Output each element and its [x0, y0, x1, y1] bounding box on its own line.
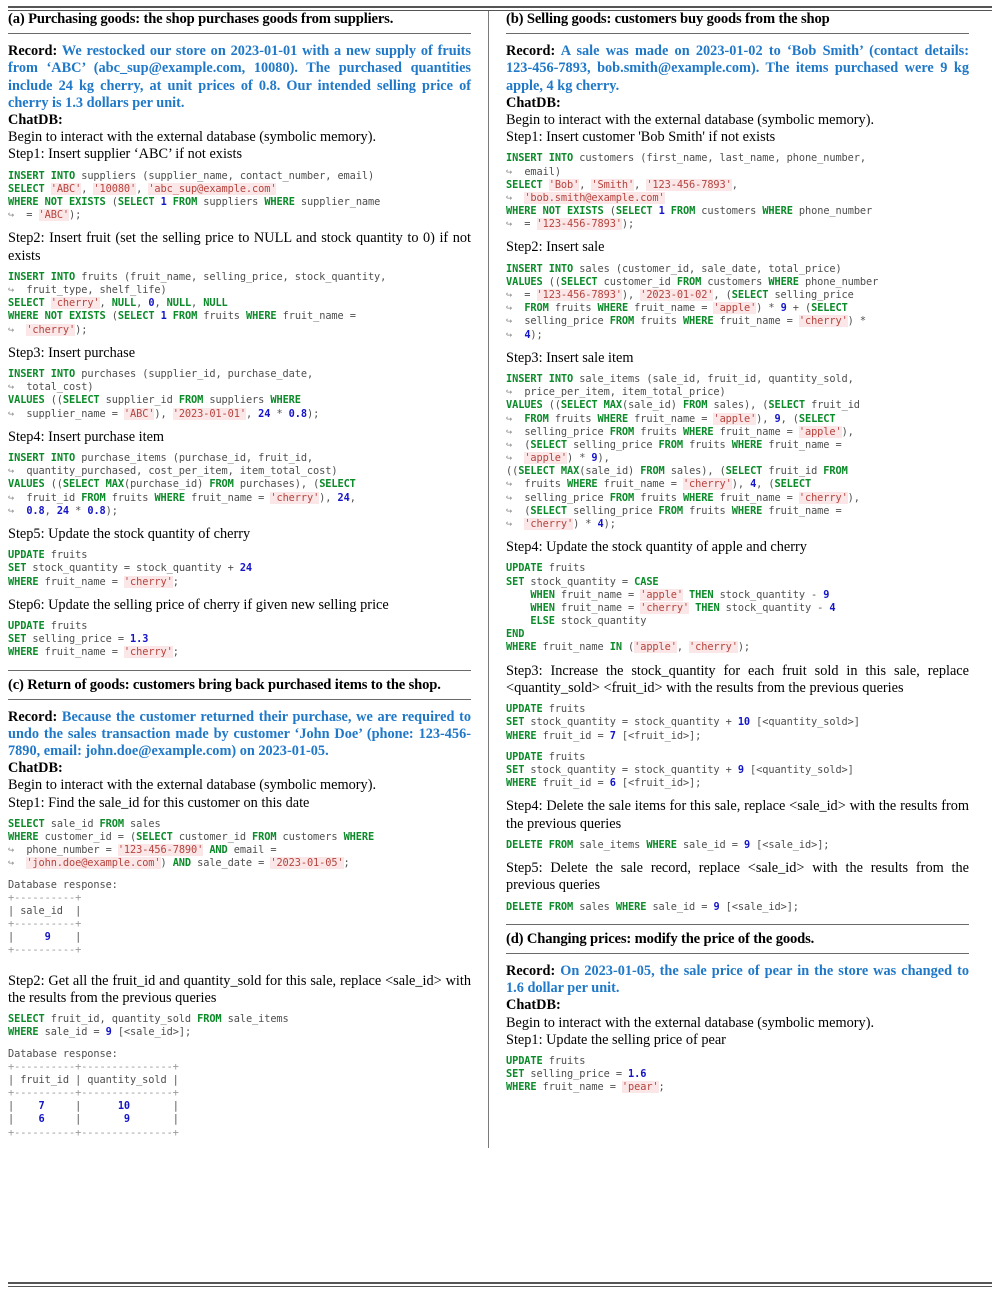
figure-columns: (a) Purchasing goods: the shop purchases… — [8, 11, 992, 1148]
panel-d-intro: Begin to interact with the external data… — [506, 1014, 875, 1031]
panel-d-title: (d) Changing prices: modify the price of… — [506, 930, 815, 947]
panel-c-record: Record: Because the customer returned th… — [8, 709, 471, 760]
panel-c-step-2: Step2: Get all the fruit_id and quantity… — [8, 972, 471, 1006]
panel-c-code-4: DELETE FROM sale_items WHERE sale_id = 9… — [506, 838, 830, 851]
record-text: On 2023-01-05, the sale price of pear in… — [506, 963, 969, 997]
figure-bottom-rule — [8, 1282, 992, 1287]
panel-a-code-6: UPDATE fruits SET selling_price = 1.3 WH… — [8, 619, 179, 659]
record-text: We restocked our store on 2023-01-01 wit… — [8, 43, 471, 111]
panel-d-record: Record: On 2023-01-05, the sale price of… — [506, 963, 969, 997]
panel-c-code-3a: UPDATE fruits SET stock_quantity = stock… — [506, 703, 860, 742]
panel-c: (c) Return of goods: customers bring bac… — [8, 669, 471, 1140]
panel-a-title: (a) Purchasing goods: the shop purchases… — [8, 11, 394, 27]
panel-b-code-3: INSERT INTO sale_items (sale_id, fruit_i… — [506, 373, 860, 530]
panel-a-intro: Begin to interact with the external data… — [8, 129, 377, 145]
panel-c-code-2: SELECT fruit_id, quantity_sold FROM sale… — [8, 1013, 289, 1039]
panel-a-chatdb-label: ChatDB: — [8, 111, 63, 128]
panel-a-code-5: UPDATE fruits SET stock_quantity = stock… — [8, 549, 253, 588]
panel-a-code-3: INSERT INTO purchases (supplier_id, purc… — [8, 368, 320, 420]
record-label: Record: — [8, 43, 58, 60]
column-divider — [488, 11, 489, 1148]
panel-d-top-rule — [506, 923, 969, 925]
panel-a-step-2: Step2: Insert fruit (set the selling pri… — [8, 230, 471, 264]
panel-c-code-5: DELETE FROM sales WHERE sale_id = 9 [<sa… — [506, 900, 799, 913]
panel-a-step-1: Step1: Insert supplier ‘ABC’ if not exis… — [8, 146, 243, 163]
right-column: (b) Selling goods: customers buy goods f… — [492, 11, 969, 1148]
panel-d-step-1: Step1: Update the selling price of pear — [506, 1031, 726, 1048]
panel-a-code-2: INSERT INTO fruits (fruit_name, selling_… — [8, 270, 387, 336]
panel-d-code-1: UPDATE fruits SET selling_price = 1.6 WH… — [506, 1055, 665, 1094]
panel-a-title-rule — [8, 33, 471, 35]
panel-b-code-2: INSERT INTO sales (customer_id, sale_dat… — [506, 262, 879, 341]
panel-b-step-1: Step1: Insert customer 'Bob Smith' if no… — [506, 129, 776, 146]
panel-b-record: Record: A sale was made on 2023-01-02 to… — [506, 43, 969, 94]
panel-b-intro: Begin to interact with the external data… — [506, 111, 875, 128]
panel-b-step-4: Step4: Update the stock quantity of appl… — [506, 539, 807, 556]
panel-a-record: Record: We restocked our store on 2023-0… — [8, 43, 471, 112]
panel-c-db-response-2: Database response: +----------+---------… — [8, 1047, 179, 1139]
panel-a-code-1: INSERT INTO suppliers (supplier_name, co… — [8, 169, 381, 222]
panel-a-step-3: Step3: Insert purchase — [8, 344, 136, 361]
panel-c-step-3: Step3: Increase the stock_quantity for e… — [506, 662, 969, 696]
panel-b-step-3: Step3: Insert sale item — [506, 349, 634, 366]
record-label: Record: — [8, 708, 58, 725]
panel-c-step-5: Step5: Delete the sale record, replace <… — [506, 860, 969, 894]
panel-c-code-1: SELECT sale_id FROM sales WHERE customer… — [8, 817, 375, 870]
record-label: Record: — [506, 43, 556, 60]
panel-c-title: (c) Return of goods: customers bring bac… — [8, 676, 441, 693]
panel-b-code-4: UPDATE fruits SET stock_quantity = CASE … — [506, 562, 836, 654]
panel-b-title: (b) Selling goods: customers buy goods f… — [506, 11, 830, 27]
panel-d-title-rule — [506, 953, 969, 955]
panel-b-title-rule — [506, 33, 969, 35]
panel-c-step-4: Step4: Delete the sale items for this sa… — [506, 798, 969, 832]
panel-c-top-rule — [8, 669, 471, 671]
panel-c-db-response-1: Database response: +----------+ | sale_i… — [8, 878, 118, 957]
panel-c-step-1: Step1: Find the sale_id for this custome… — [8, 794, 310, 811]
record-label: Record: — [506, 963, 556, 980]
panel-a-code-4: INSERT INTO purchase_items (purchase_id,… — [8, 452, 356, 517]
figure-container: (a) Purchasing goods: the shop purchases… — [0, 6, 1000, 1303]
panel-b-chatdb-label: ChatDB: — [506, 94, 561, 111]
panel-c-intro: Begin to interact with the external data… — [8, 777, 377, 794]
panel-c-code-3b: UPDATE fruits SET stock_quantity = stock… — [506, 750, 854, 790]
panel-d: (d) Changing prices: modify the price of… — [506, 923, 969, 1095]
panel-d-chatdb-label: ChatDB: — [506, 997, 561, 1014]
left-column: (a) Purchasing goods: the shop purchases… — [8, 11, 485, 1148]
panel-c-chatdb-label: ChatDB: — [8, 760, 63, 777]
panel-a: (a) Purchasing goods: the shop purchases… — [8, 11, 471, 660]
panel-c-title-rule — [8, 698, 471, 700]
panel-b-step-2: Step2: Insert sale — [506, 239, 605, 256]
panel-a-step-5: Step5: Update the stock quantity of cher… — [8, 525, 251, 542]
record-text: Because the customer returned their purc… — [8, 708, 472, 760]
panel-b-code-1: INSERT INTO customers (first_name, last_… — [506, 152, 873, 231]
panel-a-step-6: Step6: Update the selling price of cherr… — [8, 596, 389, 613]
panel-b: (b) Selling goods: customers buy goods f… — [506, 11, 969, 655]
record-text: A sale was made on 2023-01-02 to ‘Bob Sm… — [506, 43, 969, 94]
panel-a-step-4: Step4: Insert purchase item — [8, 428, 165, 445]
panel-c-continued: Step3: Increase the stock_quantity for e… — [506, 663, 969, 914]
